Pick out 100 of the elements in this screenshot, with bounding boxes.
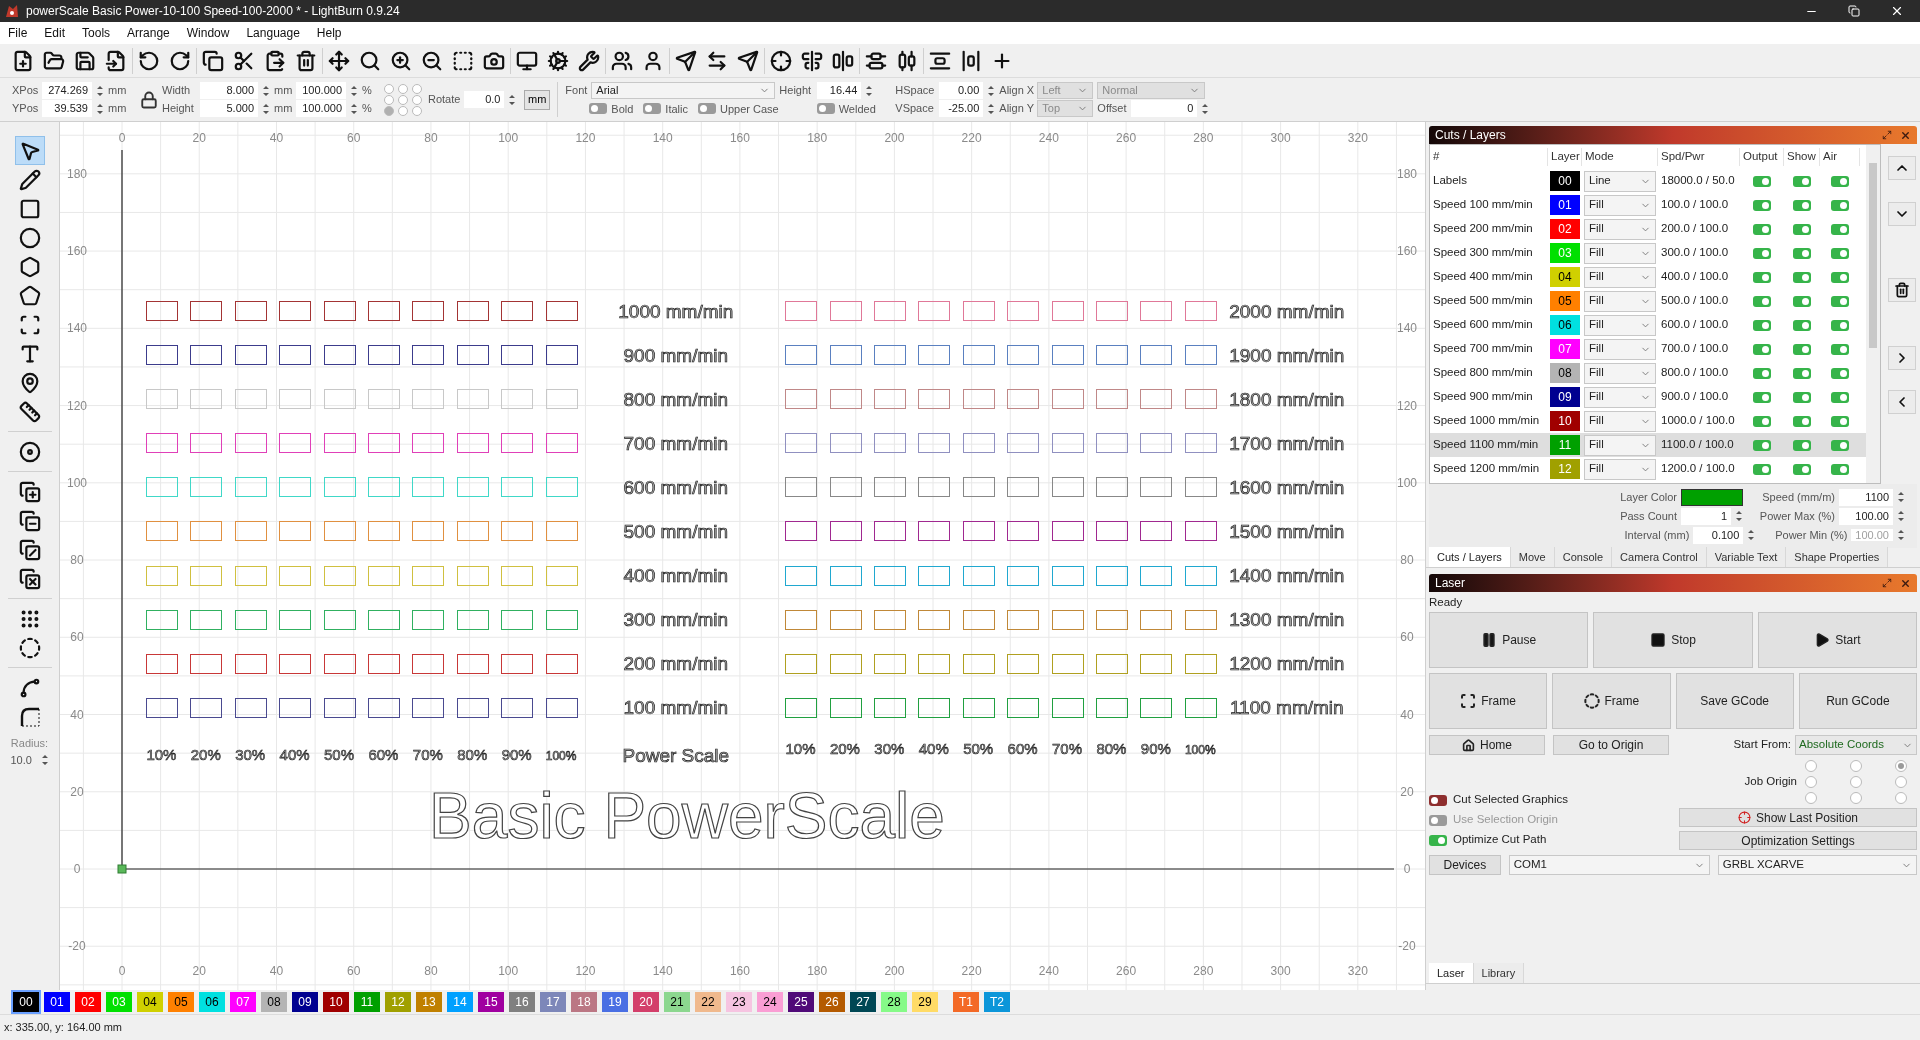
- hexagon-icon[interactable]: [18, 255, 41, 278]
- trash-icon[interactable]: [1894, 282, 1911, 298]
- user-icon[interactable]: [642, 49, 664, 72]
- layer-row[interactable]: Speed 700 mm/min 07 Fill 700.0 / 100.0: [1430, 337, 1867, 361]
- panel-tab[interactable]: Cuts / Layers: [1429, 547, 1511, 567]
- panel-tab[interactable]: Variable Text: [1706, 547, 1787, 567]
- layer-color-swatch[interactable]: [1681, 488, 1743, 506]
- spacing-field[interactable]: -25.00: [939, 100, 984, 117]
- origin-radio[interactable]: [1895, 760, 1907, 772]
- device-select[interactable]: GRBL XCARVE: [1717, 855, 1917, 875]
- monitor-icon[interactable]: [516, 49, 538, 72]
- palette-swatch[interactable]: 09: [292, 992, 318, 1012]
- palette-swatch[interactable]: 10: [323, 992, 349, 1012]
- toggle-switch[interactable]: [1753, 223, 1771, 235]
- palette-swatch[interactable]: 04: [137, 992, 163, 1012]
- interval-field[interactable]: 0.100: [1693, 526, 1744, 544]
- origin-radio[interactable]: [1895, 792, 1907, 804]
- layer-row[interactable]: Speed 800 mm/min 08 Fill 800.0 / 100.0: [1430, 361, 1867, 385]
- column-header[interactable]: Spd/Pwr: [1658, 148, 1740, 166]
- spinner-arrows-icon[interactable]: [1201, 101, 1210, 116]
- toggle-switch[interactable]: [1831, 247, 1849, 259]
- menu-item[interactable]: Window: [186, 24, 230, 42]
- position-field[interactable]: 39.539: [42, 100, 92, 117]
- home-button[interactable]: Home: [1429, 735, 1545, 755]
- spinner-arrows-icon[interactable]: [262, 83, 270, 98]
- palette-swatch[interactable]: 25: [788, 992, 814, 1012]
- mode-select[interactable]: Fill: [1584, 266, 1656, 288]
- zoom-out-icon[interactable]: [421, 49, 443, 72]
- layer-row[interactable]: Speed 900 mm/min 09 Fill 900.0 / 100.0: [1430, 385, 1867, 409]
- layer-row[interactable]: Speed 200 mm/min 02 Fill 200.0 / 100.0: [1430, 217, 1867, 241]
- align-justify-icon[interactable]: [832, 49, 854, 72]
- mode-select[interactable]: Fill: [1584, 458, 1656, 480]
- start-from-select[interactable]: Absolute Coords: [1795, 735, 1917, 755]
- palette-swatch[interactable]: 08: [261, 992, 287, 1012]
- close-icon[interactable]: [1890, 4, 1904, 18]
- toggle-switch[interactable]: [1753, 319, 1771, 331]
- menu-item[interactable]: Language: [246, 24, 300, 42]
- users-icon[interactable]: [611, 49, 633, 72]
- mode-select[interactable]: Fill: [1584, 386, 1656, 408]
- dashed-circle-icon[interactable]: [18, 636, 41, 659]
- palette-swatch[interactable]: 19: [602, 992, 628, 1012]
- panel-tab[interactable]: Library: [1473, 963, 1525, 983]
- mode-select[interactable]: Fill: [1584, 290, 1656, 312]
- zoom-in-icon[interactable]: [390, 49, 412, 72]
- toggle-switch[interactable]: [1793, 319, 1811, 331]
- toggle-switch[interactable]: [1831, 439, 1849, 451]
- go-to-origin-button[interactable]: Go to Origin: [1553, 735, 1669, 755]
- devices-button[interactable]: Devices: [1429, 855, 1501, 875]
- toggle-switch[interactable]: [1753, 175, 1771, 187]
- pause-button[interactable]: Pause: [1429, 612, 1589, 668]
- text-height-field[interactable]: 16.44: [817, 82, 862, 99]
- unit-button[interactable]: mm: [524, 89, 551, 110]
- palette-swatch[interactable]: 23: [726, 992, 752, 1012]
- toggle-switch[interactable]: [1831, 271, 1849, 283]
- palette-swatch[interactable]: 06: [199, 992, 225, 1012]
- size-field[interactable]: 5.000: [200, 100, 258, 117]
- spinner-arrows-icon[interactable]: [350, 101, 358, 116]
- origin-radio[interactable]: [1805, 776, 1817, 788]
- new-file-icon[interactable]: [12, 49, 34, 72]
- mode-select[interactable]: Line: [1584, 170, 1656, 192]
- concentric-circles-icon[interactable]: [18, 440, 41, 463]
- palette-swatch[interactable]: 01: [44, 992, 70, 1012]
- speed-field[interactable]: 1100: [1839, 488, 1893, 506]
- toggle-switch[interactable]: [1793, 463, 1811, 475]
- settings-icon[interactable]: [547, 49, 569, 72]
- menu-item[interactable]: Edit: [44, 24, 66, 42]
- spinner-arrows-icon[interactable]: [96, 101, 104, 116]
- palette-swatch[interactable]: 15: [478, 992, 504, 1012]
- toggle-switch[interactable]: [1753, 463, 1771, 475]
- pencil-icon[interactable]: [18, 168, 41, 191]
- layer-row[interactable]: Speed 1200 mm/min 12 Fill 1200.0 / 100.0: [1430, 457, 1867, 481]
- palette-swatch[interactable]: 00: [13, 992, 39, 1012]
- pentagon-icon[interactable]: [18, 284, 41, 307]
- position-field[interactable]: 274.269: [42, 82, 92, 99]
- toggle-switch[interactable]: [1793, 415, 1811, 427]
- column-header[interactable]: #: [1430, 148, 1548, 166]
- palette-swatch[interactable]: 28: [881, 992, 907, 1012]
- overlapping-squares-icon[interactable]: [18, 538, 41, 561]
- stop-button[interactable]: Stop: [1593, 612, 1753, 668]
- overlapping-squares-icon[interactable]: [18, 567, 41, 590]
- crosshair-icon[interactable]: [770, 49, 792, 72]
- palette-swatch[interactable]: 20: [633, 992, 659, 1012]
- origin-radio[interactable]: [1850, 792, 1862, 804]
- overlapping-squares-icon[interactable]: [18, 480, 41, 503]
- toggle-switch[interactable]: [1753, 295, 1771, 307]
- flip-icon[interactable]: [706, 49, 728, 72]
- spinner-arrows-icon[interactable]: [262, 101, 270, 116]
- origin-radio[interactable]: [1895, 776, 1907, 788]
- menu-item[interactable]: File: [8, 24, 28, 42]
- mode-select[interactable]: Fill: [1584, 434, 1656, 456]
- menu-item[interactable]: Help: [316, 24, 342, 42]
- palette-swatch[interactable]: 22: [695, 992, 721, 1012]
- toggle-switch[interactable]: [1793, 439, 1811, 451]
- toggle-switch[interactable]: [643, 103, 662, 115]
- toggle-switch[interactable]: [1793, 175, 1811, 187]
- toggle-switch[interactable]: [1831, 223, 1849, 235]
- toggle-switch[interactable]: [1793, 367, 1811, 379]
- column-header[interactable]: Mode: [1582, 148, 1658, 166]
- toggle-switch[interactable]: [1753, 247, 1771, 259]
- spinner-arrows-icon[interactable]: [1735, 509, 1743, 523]
